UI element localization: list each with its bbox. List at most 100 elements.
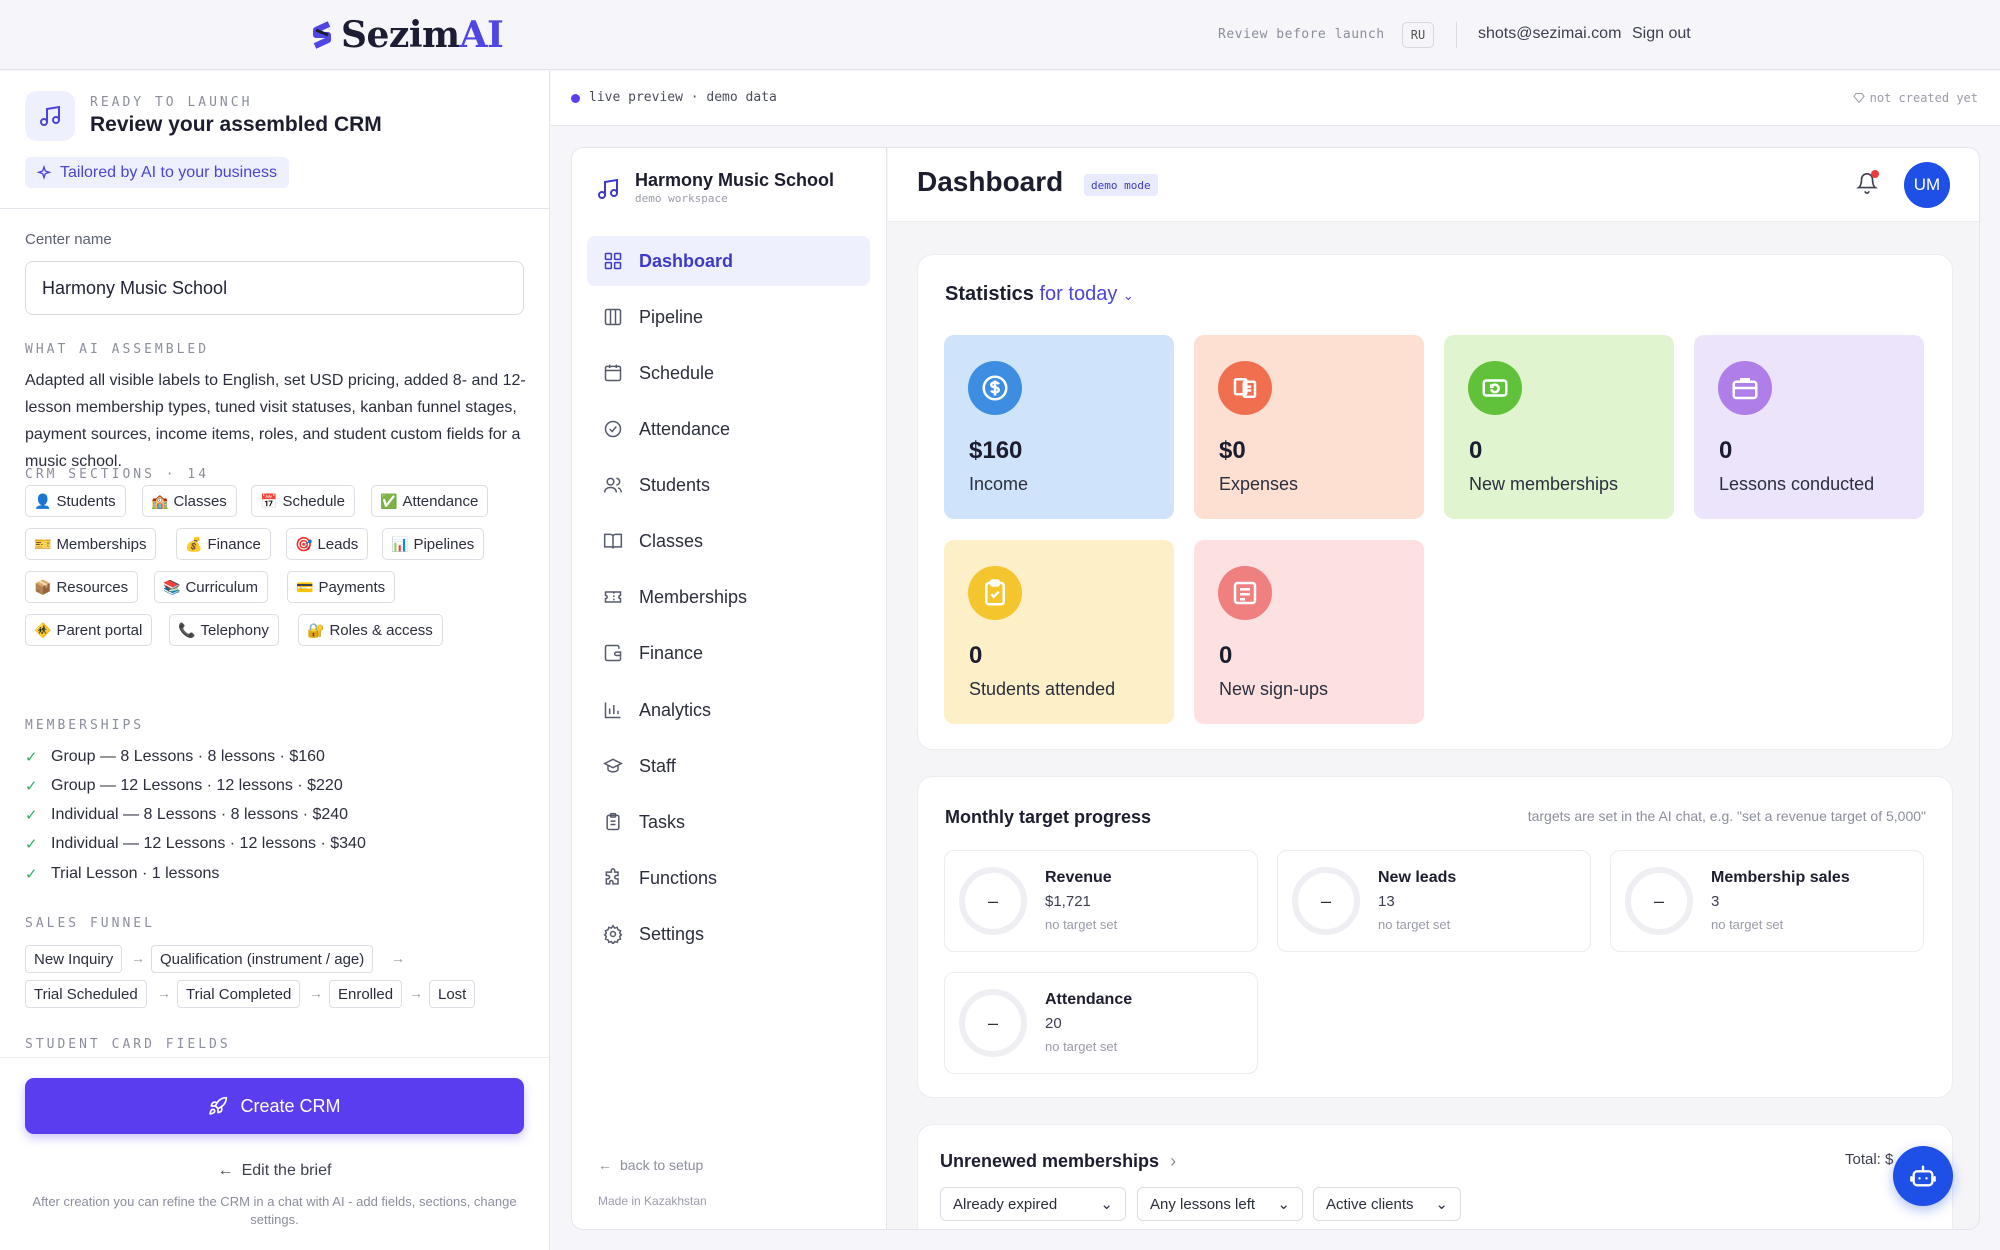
sidebar-item-pipeline[interactable]: Pipeline — [587, 292, 870, 342]
center-name-input[interactable]: Harmony Music School — [25, 261, 524, 315]
filter-value: Active clients — [1326, 1195, 1414, 1213]
create-crm-button[interactable]: Create CRM — [25, 1078, 524, 1134]
money-bag-icon: 💰 — [185, 535, 203, 552]
arrow-right-icon: → — [157, 985, 171, 1001]
gear-icon — [603, 924, 623, 944]
crm-sidebar: Harmony Music School demo workspace Dash… — [572, 148, 887, 1229]
avatar[interactable]: UM — [1904, 162, 1950, 208]
membership-item: ✓ Individual — 8 Lessons · 8 lessons · $2… — [25, 806, 348, 824]
section-chip-pipelines: 📊 Pipelines — [382, 528, 485, 560]
sales-funnel-label: SALES FUNNEL — [25, 916, 155, 931]
monthly-target-title: Monthly target progress — [945, 807, 1152, 827]
stat-value: 0 — [969, 642, 983, 669]
back-to-setup-link[interactable]: ← back to setup — [598, 1157, 703, 1173]
language-button[interactable]: RU — [1402, 22, 1434, 48]
chevron-down-icon: ⌄ — [1435, 1196, 1448, 1213]
school-icon: 🏫 — [151, 492, 169, 509]
bar-chart-icon — [604, 702, 621, 719]
person-icon: 👤 — [34, 492, 52, 509]
edit-brief-link[interactable]: ← Edit the brief — [0, 1162, 549, 1180]
section-chip-attendance: ✅ Attendance — [371, 485, 489, 517]
filter-value: Any lessons left — [1150, 1195, 1256, 1213]
funnel-stage: Trial Completed — [177, 980, 301, 1008]
form-icon — [1218, 566, 1272, 620]
dashboard-title: Dashboard — [917, 166, 1064, 197]
sidebar-item-dashboard[interactable]: Dashboard — [587, 236, 870, 286]
filter-clients-select[interactable]: Active clients ⌄ — [1313, 1187, 1461, 1221]
ai-assistant-button[interactable] — [1893, 1146, 1953, 1206]
chip-label: Finance — [207, 535, 261, 553]
children-icon: 🚸 — [34, 621, 52, 638]
stat-label: Income — [969, 474, 1029, 494]
target-status: no target set — [1045, 917, 1118, 932]
funnel-stage: Enrolled — [329, 980, 403, 1008]
logo[interactable]: SezimAI — [309, 14, 504, 56]
chevron-down-icon: ⌄ — [1277, 1196, 1290, 1213]
sidebar-item-attendance[interactable]: Attendance — [587, 404, 870, 454]
chip-label: Attendance — [402, 492, 479, 510]
sign-out-link[interactable]: Sign out — [1632, 25, 1691, 43]
ready-label: READY TO LAUNCH — [90, 95, 253, 110]
filter-expired-select[interactable]: Already expired ⌄ — [940, 1187, 1126, 1221]
target-value: 13 — [1378, 893, 1395, 910]
sidebar-item-tasks[interactable]: Tasks — [587, 797, 870, 847]
edit-brief-label: Edit the brief — [241, 1162, 332, 1179]
package-icon: 📦 — [34, 578, 52, 595]
period-selector[interactable]: for today — [1040, 283, 1118, 305]
target-attendance: – Attendance 20 no target set — [944, 972, 1258, 1074]
creation-status-text: not created yet — [1869, 91, 1978, 105]
books-icon: 📚 — [163, 578, 181, 595]
target-status: no target set — [1045, 1039, 1118, 1054]
section-chip-telephony: 📞 Telephony — [169, 614, 279, 646]
calendar-icon: 📅 — [260, 492, 278, 509]
sidebar-item-memberships[interactable]: Memberships — [587, 572, 870, 622]
statistics-title[interactable]: Statistics for today ⌄ — [945, 283, 1134, 306]
check-icon: ✓ — [25, 749, 38, 766]
stat-label: New sign-ups — [1219, 679, 1329, 699]
workspace-name: Harmony Music School — [635, 170, 835, 190]
sidebar-item-students[interactable]: Students — [587, 460, 870, 510]
target-revenue: – Revenue $1,721 no target set — [944, 850, 1258, 952]
funnel-stage: Lost — [429, 980, 476, 1008]
membership-text: Group — 8 Lessons · 8 lessons · $160 — [51, 748, 325, 765]
filter-lessons-select[interactable]: Any lessons left ⌄ — [1137, 1187, 1303, 1221]
section-chip-students: 👤 Students — [25, 485, 126, 517]
dollar-icon — [968, 361, 1022, 415]
music-note-icon — [25, 91, 75, 141]
live-preview-label: live preview · demo data — [589, 90, 777, 105]
section-chip-finance: 💰 Finance — [176, 528, 271, 560]
unrenewed-memberships-card: Unrenewed memberships › Total: $ Already… — [917, 1124, 1953, 1229]
sidebar-item-schedule[interactable]: Schedule — [587, 348, 870, 398]
tailored-text: Tailored by AI to your business — [60, 163, 278, 181]
logo-mark-icon — [313, 21, 331, 49]
chip-label: Curriculum — [185, 578, 258, 596]
book-icon — [603, 533, 623, 549]
sidebar-item-settings[interactable]: Settings — [587, 909, 870, 959]
arrow-right-icon: → — [409, 985, 423, 1001]
sidebar-item-label: Schedule — [639, 362, 715, 383]
review-note: Review before launch — [1218, 27, 1385, 42]
sidebar-item-functions[interactable]: Functions — [587, 853, 870, 903]
target-membership-sales: – Membership sales 3 no target set — [1610, 850, 1924, 952]
section-chip-schedule: 📅 Schedule — [251, 485, 355, 517]
membership-text: Individual — 12 Lessons · 12 lessons · $… — [51, 835, 366, 852]
logo-text-accent: AI — [459, 14, 504, 56]
check-icon: ✓ — [25, 778, 38, 795]
sidebar-item-label: Analytics — [639, 699, 712, 720]
clipboard-check-icon — [968, 566, 1022, 620]
arrow-left-icon: ← — [217, 1162, 234, 1179]
users-icon — [603, 477, 623, 493]
sidebar-item-finance[interactable]: Finance — [587, 628, 870, 678]
sidebar-item-label: Classes — [639, 530, 704, 551]
sidebar-item-staff[interactable]: Staff — [587, 741, 870, 791]
sidebar-item-label: Finance — [639, 642, 704, 663]
check-icon: ✅ — [380, 492, 398, 509]
receipt-icon — [1218, 361, 1272, 415]
section-chip-classes: 🏫 Classes — [142, 485, 237, 517]
creation-status: not created yet — [1853, 91, 1978, 105]
sidebar-item-classes[interactable]: Classes — [587, 516, 870, 566]
stat-value: $0 — [1219, 437, 1246, 464]
statistics-card: Statistics for today ⌄ $160 Income $0 Ex… — [917, 254, 1953, 750]
unrenewed-title[interactable]: Unrenewed memberships › — [940, 1151, 1176, 1172]
sidebar-item-analytics[interactable]: Analytics — [587, 685, 870, 735]
